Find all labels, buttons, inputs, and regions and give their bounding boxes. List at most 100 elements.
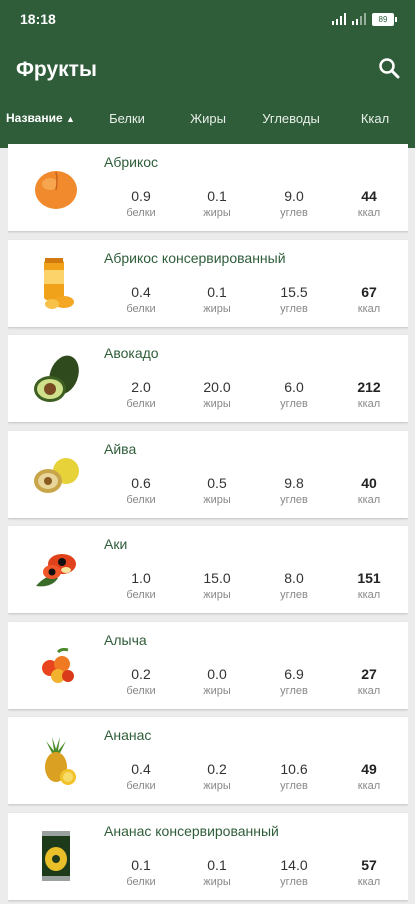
ackee-icon — [36, 554, 76, 587]
carbs-value: 8.0 — [284, 570, 304, 586]
fat-label: жиры — [203, 302, 231, 315]
canned-apricot-icon — [44, 257, 74, 309]
list-item[interactable]: Алыча 0.2 0.0 6.9 27 белки жиры углев кк… — [8, 621, 408, 709]
kcal-value: 151 — [357, 570, 381, 586]
carbs-label: углев — [280, 875, 308, 888]
page-title: Фрукты — [16, 58, 97, 81]
canned-pineapple-icon — [42, 830, 70, 881]
sort-by-name-tab[interactable]: Название ▲ — [6, 111, 75, 125]
list-item[interactable]: Абрикос консервированный 0.4 0.1 15.5 67… — [8, 239, 408, 327]
avocado-icon — [34, 355, 79, 402]
protein-value: 1.0 — [131, 570, 151, 586]
search-icon[interactable] — [377, 56, 401, 80]
carbs-value: 14.0 — [280, 856, 308, 873]
protein-label: белки — [126, 875, 156, 888]
kcal-value: 40 — [361, 474, 377, 491]
sort-by-carbs-tab[interactable]: Углеводы — [260, 111, 322, 126]
item-name: Авокадо — [104, 345, 159, 361]
sort-by-fat-tab[interactable]: Жиры — [188, 111, 228, 126]
protein-value: 0.6 — [131, 474, 151, 491]
item-name: Алыча — [104, 631, 147, 648]
fat-value: 15.0 — [203, 570, 231, 586]
kcal-label: ккал — [357, 589, 381, 601]
item-name: Ананас консервированный — [104, 822, 279, 839]
item-name: Абрикос консервированный — [104, 249, 286, 266]
fat-value: 0.1 — [207, 188, 227, 204]
carbs-label: углев — [280, 302, 308, 315]
fat-label: жиры — [203, 684, 231, 697]
fat-label: жиры — [203, 589, 231, 601]
carbs-label: углев — [280, 398, 308, 410]
kcal-value: 67 — [361, 283, 377, 300]
fat-label: жиры — [203, 398, 231, 410]
fat-value: 0.5 — [207, 474, 227, 491]
sort-by-protein-tab[interactable]: Белки — [107, 111, 147, 126]
kcal-label: ккал — [357, 398, 381, 410]
apricot-icon — [35, 171, 77, 209]
fat-label: жиры — [203, 207, 231, 219]
protein-value: 0.4 — [131, 761, 151, 777]
list-item[interactable]: Ананас 0.4 0.2 10.6 49 белки жиры углев … — [8, 717, 408, 804]
sort-by-kcal-tab[interactable]: Ккал — [355, 111, 395, 126]
protein-value: 2.0 — [131, 379, 151, 395]
protein-label: белки — [126, 684, 156, 697]
list-item[interactable]: Авокадо 2.0 20.0 6.0 212 белки жиры угле… — [8, 335, 408, 422]
kcal-label: ккал — [357, 302, 381, 315]
item-name: Аки — [104, 536, 128, 552]
kcal-value: 212 — [357, 379, 381, 395]
fat-value: 0.0 — [207, 665, 227, 682]
kcal-label: ккал — [357, 780, 381, 792]
app-bar: 18:18 89 Фрукты Название ▲ Белки Жиры Уг… — [0, 0, 415, 148]
fat-label: жиры — [203, 875, 231, 888]
carbs-value: 9.8 — [284, 474, 304, 491]
kcal-label: ккал — [357, 684, 381, 697]
signal-icon-2 — [352, 13, 366, 25]
carbs-value: 6.0 — [284, 379, 304, 395]
protein-value: 0.4 — [131, 283, 151, 300]
fat-value: 0.1 — [207, 283, 227, 300]
signal-icon — [332, 13, 346, 25]
carbs-label: углев — [280, 684, 308, 697]
carbs-label: углев — [280, 589, 308, 601]
pineapple-icon — [45, 737, 76, 785]
fat-value: 0.2 — [207, 761, 227, 777]
kcal-label: ккал — [357, 875, 381, 888]
item-name: Абрикос — [104, 154, 159, 170]
carbs-value: 10.6 — [280, 761, 308, 777]
column-header-row: Название ▲ Белки Жиры Углеводы Ккал — [0, 100, 415, 138]
protein-label: белки — [126, 398, 156, 410]
list-item[interactable]: Абрикос 0.9 0.1 9.0 44 белки жиры углев … — [8, 144, 408, 231]
kcal-value: 57 — [361, 856, 377, 873]
fat-value: 20.0 — [203, 379, 231, 395]
status-bar: 18:18 89 — [0, 0, 415, 38]
battery-icon: 89 — [372, 13, 397, 26]
quince-icon — [34, 457, 79, 493]
protein-label: белки — [126, 780, 156, 792]
protein-value: 0.1 — [131, 856, 151, 873]
item-name: Айва — [104, 440, 137, 457]
protein-value: 0.2 — [131, 665, 151, 682]
kcal-label: ккал — [357, 493, 381, 506]
kcal-value: 49 — [361, 761, 377, 777]
fat-label: жиры — [203, 780, 231, 792]
kcal-label: ккал — [357, 207, 381, 219]
list-item[interactable]: Айва 0.6 0.5 9.8 40 белки жиры углев кка… — [8, 430, 408, 518]
protein-label: белки — [126, 589, 156, 601]
carbs-value: 6.9 — [284, 665, 304, 682]
fat-value: 0.1 — [207, 856, 227, 873]
carbs-value: 15.5 — [280, 283, 308, 300]
column-name-label: Название — [6, 111, 63, 125]
item-name: Ананас — [104, 727, 152, 743]
list-item[interactable]: Аки 1.0 15.0 8.0 151 белки жиры углев кк… — [8, 526, 408, 613]
kcal-value: 44 — [361, 188, 377, 204]
kcal-value: 27 — [361, 665, 377, 682]
carbs-value: 9.0 — [284, 188, 304, 204]
protein-label: белки — [126, 302, 156, 315]
status-time: 18:18 — [20, 11, 56, 27]
list-item[interactable]: Ананас консервированный 0.1 0.1 14.0 57 … — [8, 812, 408, 900]
carbs-label: углев — [280, 780, 308, 792]
food-list[interactable]: Абрикос 0.9 0.1 9.0 44 белки жиры углев … — [8, 144, 408, 904]
carbs-label: углев — [280, 207, 308, 219]
protein-value: 0.9 — [131, 188, 151, 204]
protein-label: белки — [126, 493, 156, 506]
